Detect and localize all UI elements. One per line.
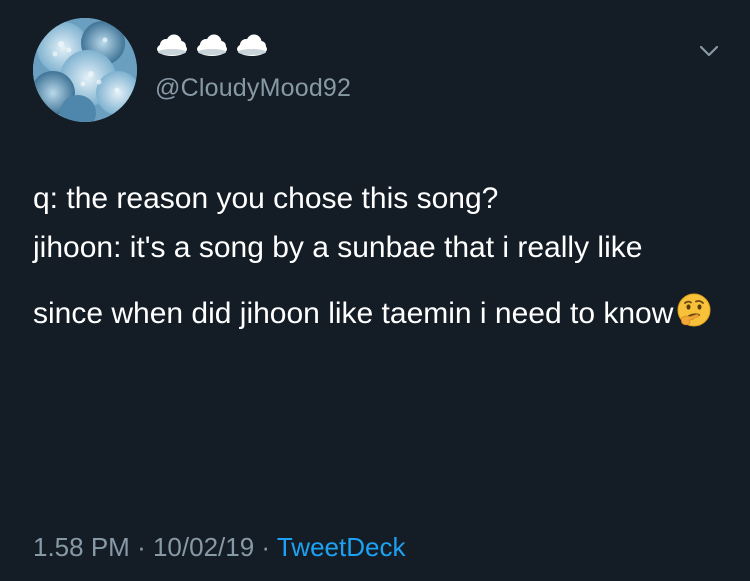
chevron-down-icon[interactable] — [698, 40, 720, 62]
tweet-line: q: the reason you chose this song? — [33, 182, 499, 215]
tweet-line: since when did jihoon like taemin i need… — [33, 297, 674, 330]
tweet-card: @CloudyMood92 q: the reason you chose th… — [0, 0, 750, 581]
cloud-icon — [237, 34, 267, 56]
avatar[interactable] — [33, 18, 137, 122]
hydrangea-avatar-image — [33, 18, 137, 122]
tweet-paragraph: since when did jihoon like taemin i need… — [33, 289, 723, 338]
thinking-face-icon — [677, 293, 711, 327]
tweet-paragraph: q: the reason you chose this song? jihoon… — [33, 174, 723, 272]
user-handle[interactable]: @CloudyMood92 — [155, 74, 351, 103]
cloud-icon — [197, 34, 227, 56]
tweet-source-link[interactable]: TweetDeck — [277, 532, 406, 562]
tweet-text: q: the reason you chose this song? jihoon… — [33, 174, 723, 355]
tweet-line: jihoon: it's a song by a sunbae that i r… — [33, 231, 643, 264]
tweet-time[interactable]: 1.58 PM — [33, 532, 130, 562]
display-name[interactable] — [155, 34, 269, 56]
cloud-icon — [157, 34, 187, 56]
meta-separator: · — [261, 532, 271, 562]
tweet-date[interactable]: 10/02/19 — [153, 532, 254, 562]
tweet-meta: 1.58 PM · 10/02/19 · TweetDeck — [33, 532, 405, 563]
meta-separator: · — [137, 532, 146, 562]
